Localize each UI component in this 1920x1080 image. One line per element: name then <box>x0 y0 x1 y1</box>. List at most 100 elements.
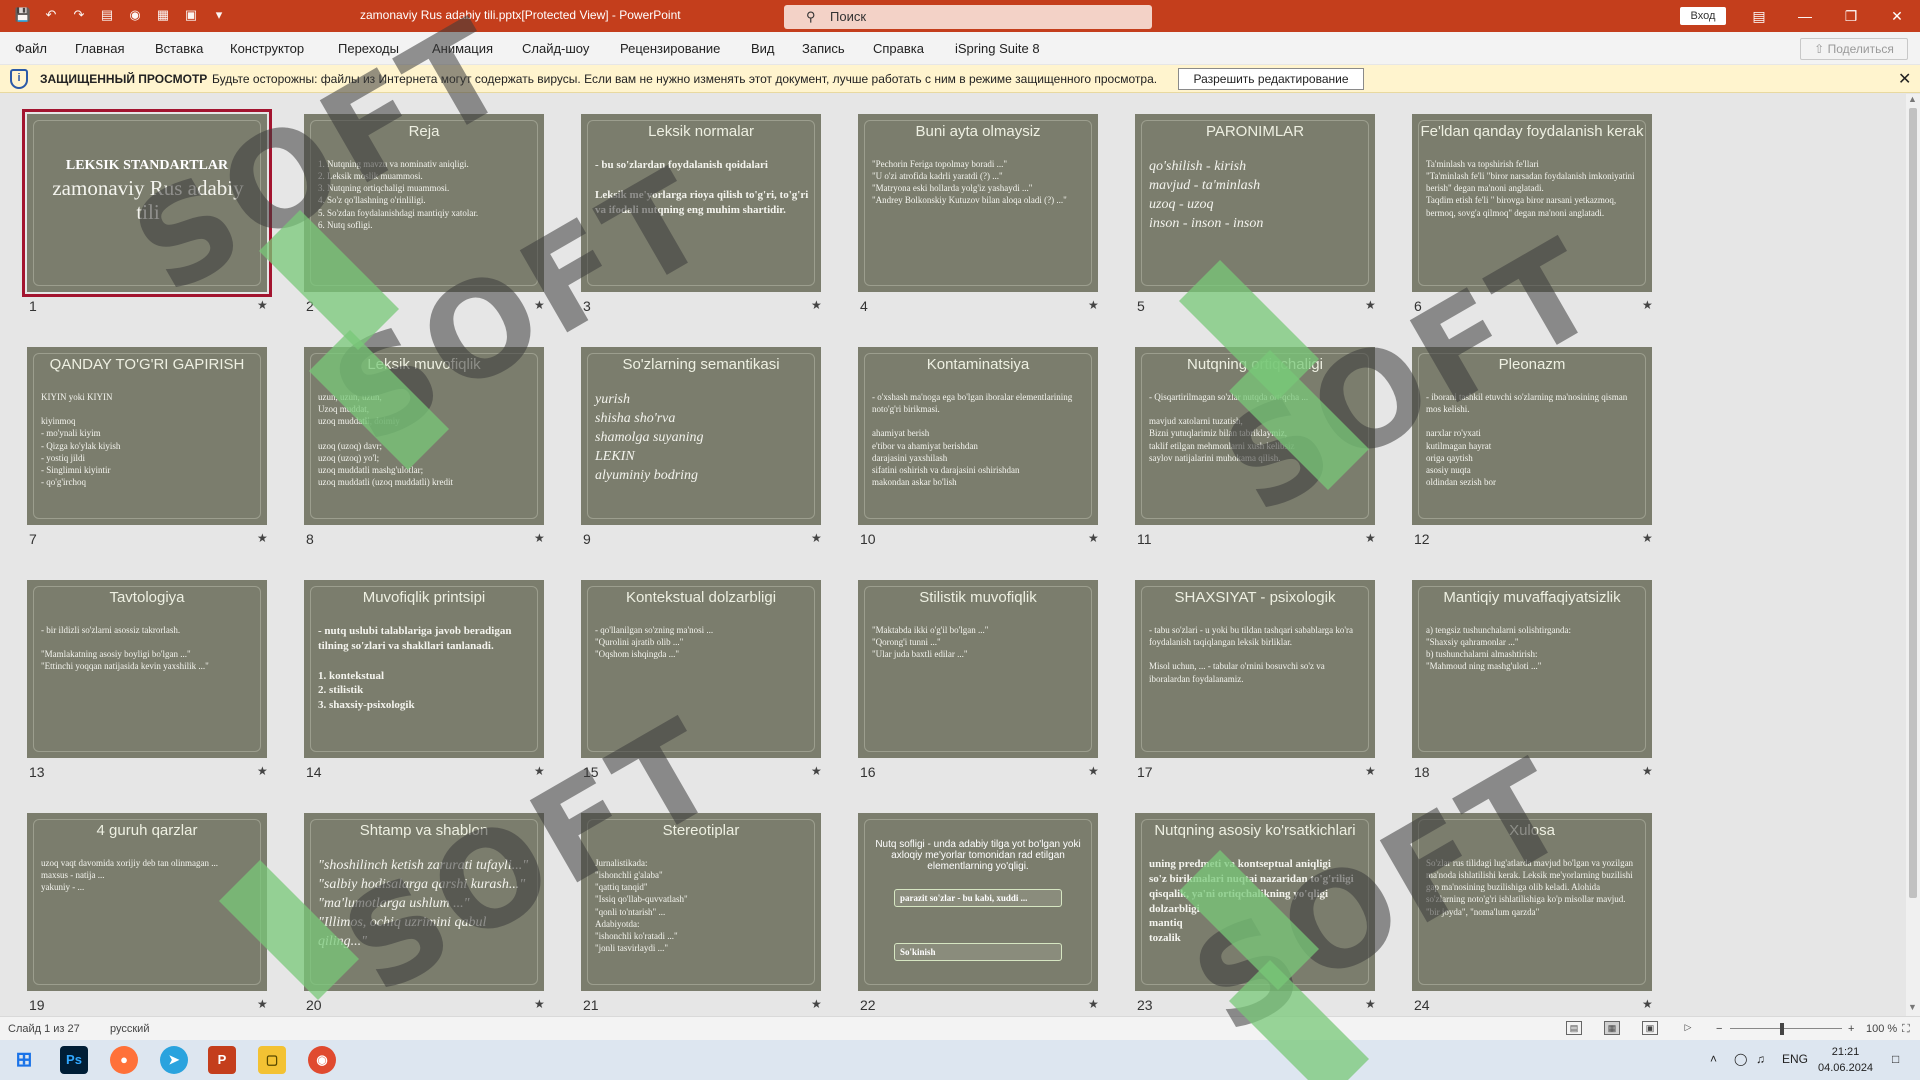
table-icon[interactable]: ▣ <box>182 6 200 24</box>
slide-thumbnail[interactable]: QANDAY TO'G'RI GAPIRISH KIYIN yoki KIYIN … <box>27 347 267 525</box>
animation-star-icon[interactable]: ★ <box>257 531 268 545</box>
slide-thumbnail[interactable]: PARONIMLAR qo'shilish - kirish mavjud - t… <box>1135 114 1375 292</box>
close-icon[interactable]: ✕ <box>1874 0 1920 32</box>
slide-thumbnail[interactable]: Kontekstual dolzarbligi - qo'llanilgan so… <box>581 580 821 758</box>
animation-star-icon[interactable]: ★ <box>1365 764 1376 778</box>
slide-thumbnail[interactable]: Tavtologiya - bir ildizli so'zlarni asoss… <box>27 580 267 758</box>
presenter-icon[interactable]: ▤ <box>98 6 116 24</box>
notifications-icon[interactable]: □ <box>1892 1052 1899 1066</box>
vertical-scrollbar[interactable]: ▲ ▼ <box>1906 94 1920 1016</box>
slide-thumbnail[interactable]: Fe'ldan qanday foydalanish kerak Ta'minla… <box>1412 114 1652 292</box>
animation-star-icon[interactable]: ★ <box>1642 997 1653 1011</box>
slide-thumbnail[interactable]: Reja 1. Nutqning mavzu va nominativ aniql… <box>304 114 544 292</box>
layout-icon[interactable]: ▦ <box>154 6 172 24</box>
telegram-icon[interactable]: ➤ <box>160 1046 188 1074</box>
tab-record[interactable]: Запись <box>802 41 845 56</box>
photoshop-icon[interactable]: Ps <box>60 1046 88 1074</box>
windows-start-icon[interactable]: ⊞ <box>10 1046 38 1074</box>
slide-thumbnail[interactable]: Leksik normalar - bu so'zlardan foydalani… <box>581 114 821 292</box>
animation-star-icon[interactable]: ★ <box>1365 298 1376 312</box>
enable-editing-button[interactable]: Разрешить редактирование <box>1178 68 1364 90</box>
animation-star-icon[interactable]: ★ <box>257 764 268 778</box>
slide-sorter-view-icon[interactable]: ▦ <box>1604 1021 1620 1035</box>
animation-star-icon[interactable]: ★ <box>534 298 545 312</box>
tab-insert[interactable]: Вставка <box>155 41 203 56</box>
keyboard-language[interactable]: ENG <box>1782 1052 1808 1066</box>
search-input[interactable]: ⚲ Поиск <box>784 5 1152 29</box>
slide-thumbnail[interactable]: Buni ayta olmaysiz "Pechorin Feriga topol… <box>858 114 1098 292</box>
slide-thumbnail[interactable]: Nutqning asosiy ko'rsatkichlari uning pre… <box>1135 813 1375 991</box>
animation-star-icon[interactable]: ★ <box>1365 997 1376 1011</box>
slide-thumbnail[interactable]: Shtamp va shablon "shoshilinch ketish zar… <box>304 813 544 991</box>
tray-chevron-icon[interactable]: ˄ <box>1710 1052 1717 1066</box>
slide-thumbnail[interactable]: Stilistik muvofiqlik "Maktabda ikki o'g'i… <box>858 580 1098 758</box>
tab-home[interactable]: Главная <box>75 41 124 56</box>
slide-thumbnail[interactable]: Nutqning ortiqchaligi - Qisqartirilmagan … <box>1135 347 1375 525</box>
close-bar-icon[interactable]: ✕ <box>1898 69 1911 89</box>
tab-design[interactable]: Конструктор <box>230 41 304 56</box>
animation-star-icon[interactable]: ★ <box>811 298 822 312</box>
share-button[interactable]: ⇧ Поделиться <box>1800 38 1908 60</box>
language-indicator[interactable]: русский <box>110 1023 149 1035</box>
animation-star-icon[interactable]: ★ <box>1088 997 1099 1011</box>
tab-help[interactable]: Справка <box>873 41 924 56</box>
zoom-out-icon[interactable]: − <box>1716 1023 1722 1035</box>
redo-icon[interactable]: ↷ <box>70 6 88 24</box>
animation-star-icon[interactable]: ★ <box>1642 764 1653 778</box>
animation-star-icon[interactable]: ★ <box>1088 531 1099 545</box>
customize-qat-icon[interactable]: ▾ <box>210 6 228 24</box>
minimize-icon[interactable]: — <box>1782 0 1828 32</box>
slide-thumbnail[interactable]: Muvofiqlik printsipi - nutq uslubi talabl… <box>304 580 544 758</box>
zoom-slider[interactable] <box>1730 1028 1842 1029</box>
animation-star-icon[interactable]: ★ <box>257 997 268 1011</box>
animation-star-icon[interactable]: ★ <box>257 298 268 312</box>
file-explorer-icon[interactable]: ▢ <box>258 1046 286 1074</box>
animation-star-icon[interactable]: ★ <box>1642 298 1653 312</box>
tab-transitions[interactable]: Переходы <box>338 41 399 56</box>
volume-icon[interactable]: ♫ <box>1756 1052 1765 1066</box>
firefox-icon[interactable]: ● <box>110 1046 138 1074</box>
animation-star-icon[interactable]: ★ <box>1642 531 1653 545</box>
zoom-in-icon[interactable]: + <box>1848 1023 1854 1035</box>
slide-thumbnail[interactable]: Leksik muvofiqlik uzun, uzun, uzun, Uzoq … <box>304 347 544 525</box>
slide-thumbnail[interactable]: Kontaminatsiya - o'xshash ma'noga ega bo'… <box>858 347 1098 525</box>
scroll-down-icon[interactable]: ▼ <box>1908 1002 1917 1012</box>
undo-icon[interactable]: ↶ <box>42 6 60 24</box>
wifi-icon[interactable]: ◯ <box>1734 1052 1747 1066</box>
restore-icon[interactable]: ❐ <box>1828 0 1874 32</box>
tab-review[interactable]: Рецензирование <box>620 41 720 56</box>
login-button[interactable]: Вход <box>1680 7 1726 25</box>
slide-thumbnail[interactable]: 4 guruh qarzlar uzoq vaqt davomida xoriji… <box>27 813 267 991</box>
slide-thumbnail[interactable]: LEKSIK STANDARTLAR zamonaviy Rus adabiy t… <box>22 109 272 297</box>
slide-thumbnail[interactable]: Xulosa So'zlar rus tilidagi lug'atlarda m… <box>1412 813 1652 991</box>
scrollbar-thumb[interactable] <box>1909 108 1917 898</box>
fit-to-window-icon[interactable]: ⛶ <box>1902 1023 1910 1036</box>
tab-view[interactable]: Вид <box>751 41 775 56</box>
animation-star-icon[interactable]: ★ <box>1088 764 1099 778</box>
zoom-slider-thumb[interactable] <box>1780 1023 1784 1035</box>
normal-view-icon[interactable]: ▤ <box>1566 1021 1582 1035</box>
slide-thumbnail[interactable]: So'zlarning semantikasi yurish shisha sho… <box>581 347 821 525</box>
animation-star-icon[interactable]: ★ <box>811 764 822 778</box>
animation-star-icon[interactable]: ★ <box>1365 531 1376 545</box>
record-icon[interactable]: ◉ <box>126 6 144 24</box>
animation-star-icon[interactable]: ★ <box>534 764 545 778</box>
tab-ispring[interactable]: iSpring Suite 8 <box>955 41 1040 56</box>
slide-thumbnail[interactable]: SHAXSIYAT - psixologik - tabu so'zlari - … <box>1135 580 1375 758</box>
ribbon-display-icon[interactable]: ▤ <box>1736 0 1782 32</box>
clock[interactable]: 21:21 04.06.2024 <box>1818 1044 1873 1076</box>
scroll-up-icon[interactable]: ▲ <box>1908 94 1917 104</box>
slide-thumbnail[interactable]: Nutq sofligi - unda adabiy tilga yot bo'… <box>858 813 1098 991</box>
animation-star-icon[interactable]: ★ <box>811 997 822 1011</box>
slide-thumbnail[interactable]: Mantiqiy muvaffaqiyatsizlik a) tengsiz tu… <box>1412 580 1652 758</box>
animation-star-icon[interactable]: ★ <box>534 997 545 1011</box>
animation-star-icon[interactable]: ★ <box>1088 298 1099 312</box>
tab-animation[interactable]: Анимация <box>432 41 493 56</box>
animation-star-icon[interactable]: ★ <box>811 531 822 545</box>
powerpoint-icon[interactable]: P <box>208 1046 236 1074</box>
slide-thumbnail[interactable]: Pleonazm - iborani tashkil etuvchi so'zla… <box>1412 347 1652 525</box>
tab-slideshow[interactable]: Слайд-шоу <box>522 41 589 56</box>
slideshow-view-icon[interactable]: ▷ <box>1680 1021 1696 1035</box>
zoom-level[interactable]: 100 % <box>1866 1023 1897 1035</box>
animation-star-icon[interactable]: ★ <box>534 531 545 545</box>
